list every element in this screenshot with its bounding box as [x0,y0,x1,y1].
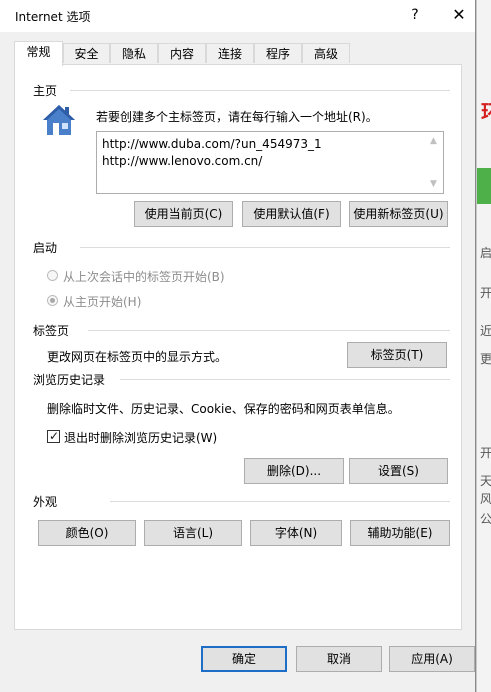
section-label-appearance: 外观 [33,495,58,509]
tab-security[interactable]: 安全 [63,43,110,63]
tabs-settings-button[interactable]: 标签页(T) [347,342,447,368]
section-divider [70,90,450,91]
background-glyph: 天 [480,474,491,488]
delete-history-button[interactable]: 删除(D)... [244,458,344,484]
internet-options-dialog: Internet 选项 ? ✕ 常规 安全 隐私 内容 连接 程序 高级 主页 … [0,0,476,692]
languages-button[interactable]: 语言(L) [144,520,242,546]
background-glyph: 公 [480,512,491,526]
background-glyph: 启 [480,246,491,260]
home-page-urls-textarea[interactable]: http://www.duba.com/?un_454973_1 http://… [96,131,444,194]
section-divider [120,379,450,380]
section-label-history: 浏览历史记录 [33,373,106,387]
tab-programs[interactable]: 程序 [254,43,302,63]
background-glyph: 开 [480,286,491,300]
section-label-home: 主页 [33,84,58,98]
history-settings-button[interactable]: 设置(S) [349,458,448,484]
home-description: 若要创建多个主标签页，请在每行输入一个地址(R)。 [96,110,378,124]
section-label-tabs: 标签页 [33,324,70,338]
section-divider [110,501,450,502]
section-divider [80,247,450,248]
tab-content[interactable]: 内容 [158,43,206,63]
tab-connections[interactable]: 连接 [206,43,254,63]
textarea-scrollbar[interactable]: ▲ ▼ [427,132,443,193]
tab-privacy[interactable]: 隐私 [110,43,158,63]
tabs-description: 更改网页在标签页中的显示方式。 [47,350,228,364]
tab-advanced[interactable]: 高级 [302,43,350,63]
close-button[interactable]: ✕ [447,4,471,26]
ok-button[interactable]: 确定 [201,646,287,672]
help-button[interactable]: ? [404,4,426,26]
radio-start-home[interactable] [47,295,58,306]
delete-history-on-exit-checkbox[interactable]: ✓ [47,429,60,443]
tab-general[interactable]: 常规 [14,41,63,66]
section-label-startup: 启动 [33,241,58,255]
use-default-button[interactable]: 使用默认值(F) [242,201,341,227]
section-divider [88,330,450,331]
cancel-button[interactable]: 取消 [296,646,382,672]
use-current-page-button[interactable]: 使用当前页(C) [134,201,233,227]
scroll-up-arrow-icon[interactable]: ▲ [430,136,437,146]
window-title: Internet 选项 [15,10,91,24]
background-red-glyph: 环 [481,96,491,125]
delete-history-on-exit-label: 退出时删除浏览历史记录(W) [64,431,218,445]
accessibility-button[interactable]: 辅助功能(E) [350,520,450,546]
checkmark-icon: ✓ [49,429,60,443]
radio-last-session[interactable] [47,270,58,281]
home-icon [43,105,75,135]
background-glyph: 风 [480,492,491,506]
apply-button[interactable]: 应用(A) [389,646,475,672]
title-bar[interactable]: Internet 选项 ? ✕ [0,0,475,32]
radio-last-session-label: 从上次会话中的标签页开始(B) [63,270,225,284]
radio-start-home-label: 从主页开始(H) [63,295,142,309]
background-glyph: 近 [480,324,491,338]
background-glyph: 开 [480,446,491,460]
home-url-line: http://www.lenovo.com.cn/ [102,154,263,168]
fonts-button[interactable]: 字体(N) [250,520,342,546]
use-new-tab-button[interactable]: 使用新标签页(U) [349,201,448,227]
background-glyph: 更 [480,352,491,366]
history-description: 删除临时文件、历史记录、Cookie、保存的密码和网页表单信息。 [47,402,400,416]
colors-button[interactable]: 颜色(O) [38,520,136,546]
background-green-bar [477,168,491,204]
home-url-line: http://www.duba.com/?un_454973_1 [102,137,322,151]
scroll-down-arrow-icon[interactable]: ▼ [430,179,437,189]
